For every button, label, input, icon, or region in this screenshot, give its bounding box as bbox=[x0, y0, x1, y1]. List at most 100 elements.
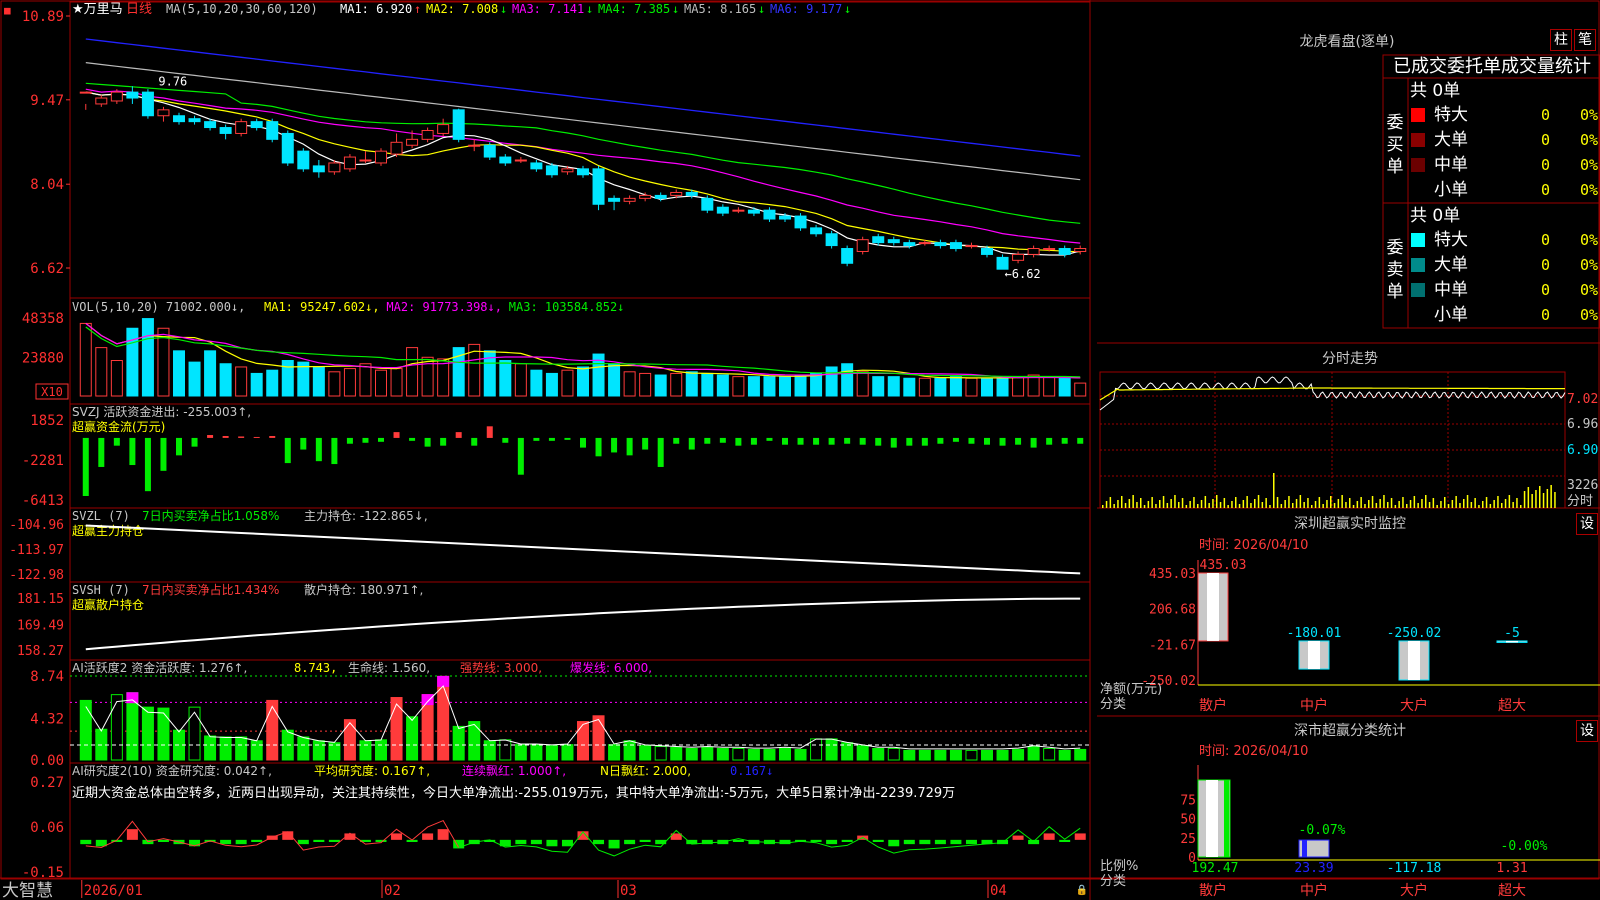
tick-view-button[interactable]: 笔 bbox=[1574, 29, 1596, 51]
vol-ma-1: MA1: 95247.602↓, bbox=[264, 300, 380, 314]
volume-bar bbox=[763, 376, 776, 397]
intraday-vol-bar bbox=[1147, 501, 1150, 508]
intraday-vol-bar bbox=[1174, 495, 1176, 508]
activity-bar bbox=[794, 748, 807, 761]
svzj-y-tick: -6413 bbox=[22, 493, 64, 509]
volume-bar bbox=[1043, 376, 1056, 397]
fund-flow-bar bbox=[362, 437, 369, 443]
candle-body-up bbox=[514, 159, 527, 162]
svzl-holding: 主力持仓: -122.865↓, bbox=[304, 508, 428, 523]
activity-bar bbox=[779, 747, 791, 761]
research-bar bbox=[624, 839, 636, 845]
volume-bar bbox=[545, 372, 558, 397]
activity-bar bbox=[763, 748, 776, 761]
intraday-vol-bar bbox=[1143, 505, 1146, 508]
fund-flow-bar bbox=[875, 437, 882, 446]
sell-row-count: 0 bbox=[1541, 281, 1550, 299]
column-view-button[interactable]: 柱 bbox=[1550, 29, 1572, 51]
ma-value-1: MA1: 6.920 bbox=[340, 2, 412, 16]
ai-research-y-tick: 0.27 bbox=[30, 775, 64, 791]
fund-flow-bar bbox=[440, 437, 447, 446]
monitor-settings-button[interactable]: 设 bbox=[1576, 513, 1598, 535]
classify-settings-button[interactable]: 设 bbox=[1576, 720, 1598, 742]
research-bar bbox=[1059, 839, 1071, 842]
candle-body-down bbox=[219, 127, 232, 134]
fund-flow-bar bbox=[984, 437, 990, 445]
intraday-vol-bar bbox=[1554, 492, 1556, 508]
candle-body-down bbox=[592, 168, 605, 205]
activity-burst-cap bbox=[421, 694, 434, 706]
volume-bar bbox=[328, 371, 341, 397]
intraday-vol-bar bbox=[1459, 503, 1461, 508]
activity-bar bbox=[825, 738, 838, 761]
x-axis-label: 02 bbox=[384, 883, 401, 899]
fund-flow-bar bbox=[300, 437, 307, 450]
period-label: 日线 bbox=[126, 2, 152, 17]
monitor-bar-highlight bbox=[1408, 640, 1420, 680]
volume-bar bbox=[872, 376, 885, 397]
fund-flow-bar bbox=[238, 436, 245, 438]
ma-arrow-5: ↓ bbox=[758, 2, 765, 16]
volume-bar bbox=[343, 368, 356, 397]
ma-value-5: MA5: 8.165 bbox=[684, 2, 756, 16]
fund-flow-bar bbox=[129, 437, 136, 466]
activity-bar bbox=[701, 747, 714, 761]
intraday-vol-bar bbox=[1383, 495, 1385, 508]
fund-flow-bar bbox=[673, 437, 680, 444]
ai-research-last: 0.167↓ bbox=[730, 764, 773, 778]
panel-frame bbox=[69, 1, 1091, 299]
buy-row-name: 中单 bbox=[1434, 155, 1468, 175]
fund-flow-bar bbox=[269, 435, 276, 438]
ai-active-strong: 强势线: 3.000, bbox=[460, 661, 542, 675]
sell-row-swatch bbox=[1411, 258, 1425, 272]
x-axis-label: 2026/01 bbox=[84, 883, 143, 899]
intraday-vol-bar bbox=[1428, 502, 1431, 508]
research-bar bbox=[157, 839, 169, 842]
fund-flow-bar bbox=[331, 437, 338, 465]
candle-body-down bbox=[499, 156, 512, 164]
intraday-vol-bar bbox=[1535, 490, 1537, 508]
candle-body-down bbox=[779, 215, 791, 220]
research-bar bbox=[126, 829, 138, 840]
fund-flow-bar bbox=[642, 437, 649, 450]
intraday-vol-bar bbox=[1463, 499, 1465, 508]
volume-bar bbox=[577, 366, 589, 397]
intraday-vol-bar bbox=[1489, 504, 1492, 508]
monitor-time: 时间: 2026/04/10 bbox=[1199, 538, 1308, 553]
fund-flow-bar bbox=[906, 437, 913, 446]
fund-flow-bar bbox=[517, 437, 524, 475]
intraday-vol-bar bbox=[1333, 503, 1336, 508]
intraday-vol-bar bbox=[1212, 499, 1214, 508]
buy-side-label: 委 bbox=[1387, 113, 1404, 133]
candle-body-down bbox=[841, 248, 854, 264]
activity-bar bbox=[188, 706, 201, 761]
candle-body-up bbox=[918, 242, 931, 245]
intraday-vol-bar bbox=[1349, 498, 1351, 508]
classify-xlabel: 分类 bbox=[1100, 874, 1126, 889]
activity-bar bbox=[996, 749, 1009, 761]
volume-bar bbox=[530, 369, 543, 397]
candle-body-up bbox=[375, 150, 387, 164]
intraday-vol-bar bbox=[1162, 496, 1165, 508]
svzl-title: SVZL (7) bbox=[72, 509, 130, 523]
volume-bar bbox=[996, 377, 1009, 397]
research-line-up bbox=[85, 819, 460, 851]
volume-bar bbox=[810, 372, 823, 397]
activity-bar bbox=[545, 745, 558, 761]
intraday-vol-bar bbox=[1375, 503, 1378, 508]
volume-bar bbox=[639, 372, 652, 397]
candle-body-up bbox=[1012, 253, 1025, 261]
candle-body-down bbox=[934, 242, 947, 247]
intraday-vol-bar bbox=[1292, 503, 1294, 508]
intraday-vol-bar bbox=[1413, 496, 1416, 508]
research-bar bbox=[950, 839, 962, 845]
sell-side-label: 单 bbox=[1387, 282, 1404, 302]
activity-bar bbox=[250, 740, 263, 761]
activity-bar bbox=[514, 744, 527, 761]
intraday-vol-bar bbox=[1193, 497, 1195, 508]
candle-body-down bbox=[872, 236, 885, 244]
intraday-vol-bar bbox=[1295, 499, 1298, 508]
intraday-vol-bar bbox=[1113, 504, 1115, 508]
research-bar bbox=[903, 839, 915, 845]
svzj-title: SVZJ 活跃资金进出: -255.003↑, bbox=[72, 404, 251, 419]
